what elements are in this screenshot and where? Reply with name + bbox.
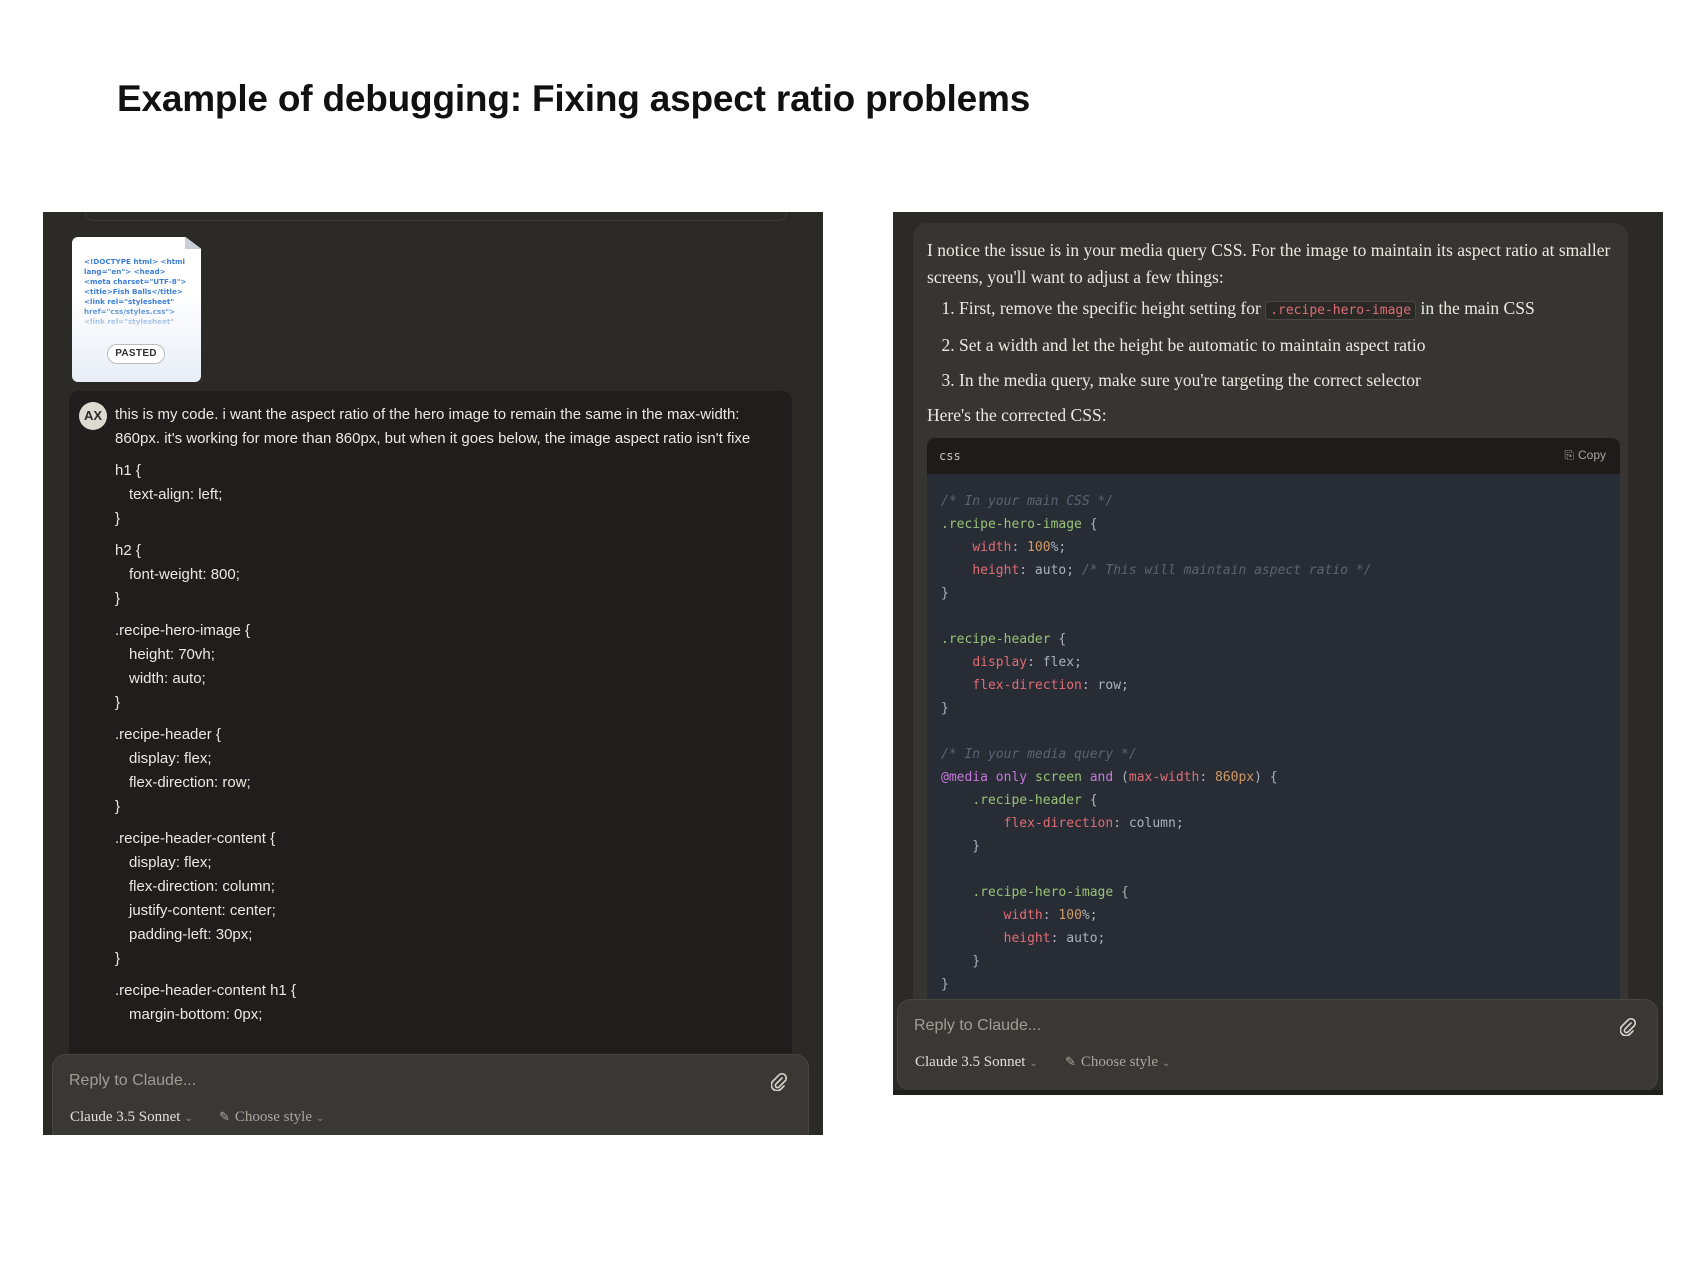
code-line: display: flex; (972, 655, 1082, 670)
code-line: @media only screen and (max-width: 860px… (941, 770, 1278, 785)
model-label: Claude 3.5 Sonnet (70, 1109, 181, 1125)
code-line: /* In your main CSS */ (941, 494, 1114, 509)
left-screenshot: <!DOCTYPE html> <html lang="en"> <head> … (43, 212, 823, 1135)
step-text: in the main CSS (1416, 298, 1535, 318)
step-text: In the media query, make sure you're tar… (959, 370, 1421, 390)
code-line: .recipe-header { (941, 632, 1067, 647)
step-item: Set a width and let the height be automa… (959, 332, 1617, 359)
user-code-line: .recipe-header { (115, 726, 221, 743)
user-code-line: text-align: left; (129, 486, 223, 503)
code-header: css ⎘ Copy (927, 438, 1620, 474)
user-code: h1 { text-align: left;} h2 { font-weight: 8… (115, 459, 765, 1027)
steps-list: First, remove the specific height settin… (927, 295, 1617, 394)
avatar: AX (79, 402, 107, 430)
user-code-line: .recipe-header-content { (115, 830, 276, 847)
page-title: Example of debugging: Fixing aspect rati… (117, 78, 1031, 119)
user-code-line: height: 70vh; (129, 646, 215, 663)
page-fold-icon (185, 237, 201, 249)
model-label: Claude 3.5 Sonnet (915, 1054, 1026, 1070)
paperclip-icon[interactable] (1619, 1017, 1637, 1041)
model-selector[interactable]: Claude 3.5 Sonnet ⌄ (915, 1054, 1038, 1071)
chevron-down-icon: ⌄ (184, 1113, 193, 1124)
code-line: } (941, 586, 949, 601)
user-code-line: } (115, 798, 121, 815)
assistant-lead-in: Here's the corrected CSS: (927, 405, 1107, 425)
pasted-attachment[interactable]: <!DOCTYPE html> <html lang="en"> <head> … (72, 237, 201, 382)
code-line: } (941, 977, 949, 992)
pasted-badge: PASTED (107, 344, 165, 364)
code-language: css (939, 449, 961, 463)
paperclip-icon[interactable] (770, 1072, 788, 1096)
chevron-down-icon: ⌄ (1162, 1058, 1171, 1069)
user-code-line: h1 { (115, 462, 141, 479)
user-code-line: font-weight: 800; (129, 566, 240, 583)
style-selector[interactable]: ✎ Choose style ⌄ (1065, 1054, 1170, 1071)
code-line: flex-direction: column; (1003, 816, 1184, 831)
reply-box[interactable]: Reply to Claude... Claude 3.5 Sonnet ⌄ ✎ C… (52, 1054, 809, 1135)
bottom-edge (893, 1090, 1663, 1095)
code-line: width: 100%; (972, 540, 1067, 555)
reply-input[interactable]: Reply to Claude... (914, 1017, 1041, 1035)
assistant-message: I notice the issue is in your media quer… (913, 223, 1628, 1095)
user-code-line: } (115, 694, 121, 711)
code-line: .recipe-hero-image { (941, 517, 1098, 532)
copy-button[interactable]: ⎘ Copy (1564, 448, 1606, 463)
code-line: } (941, 701, 949, 716)
code-block: css ⎘ Copy /* In your main CSS */ .recipe-… (927, 438, 1620, 1095)
code-line: .recipe-header { (972, 793, 1098, 808)
user-code-line: flex-direction: row; (129, 774, 251, 791)
attachment-preview: <!DOCTYPE html> <html lang="en"> <head> … (84, 257, 189, 326)
user-code-line: .recipe-hero-image { (115, 622, 251, 639)
code-line: height: auto; (1003, 931, 1106, 946)
step-text: First, remove the specific height settin… (959, 298, 1266, 318)
user-message: AX this is my code. i want the aspect ra… (69, 391, 792, 1135)
chevron-down-icon: ⌄ (316, 1113, 325, 1124)
user-code-line: } (115, 590, 121, 607)
code-line: /* In your media query */ (941, 747, 1137, 762)
user-code-line: display: flex; (129, 750, 212, 767)
code-body: /* In your main CSS */ .recipe-hero-image… (941, 490, 1372, 996)
code-line: height: auto; /* This will maintain aspe… (972, 563, 1372, 578)
style-label: Choose style (1080, 1054, 1158, 1070)
brush-icon: ✎ (1065, 1054, 1076, 1069)
user-code-line: flex-direction: column; (129, 878, 275, 895)
assistant-intro: I notice the issue is in your media quer… (927, 240, 1611, 287)
user-code-line: } (115, 950, 121, 967)
code-line: width: 100%; (1003, 908, 1098, 923)
user-code-line: margin-bottom: 0px; (129, 1006, 263, 1023)
right-screenshot: I notice the issue is in your media quer… (893, 212, 1663, 1095)
user-code-line: display: flex; (129, 854, 212, 871)
chevron-down-icon: ⌄ (1029, 1058, 1038, 1069)
clipboard-icon: ⎘ (1564, 448, 1574, 462)
copy-label: Copy (1577, 448, 1606, 462)
user-message-text: this is my code. i want the aspect ratio… (115, 403, 765, 1027)
user-code-line: } (115, 510, 121, 527)
step-item: In the media query, make sure you're tar… (959, 367, 1617, 394)
code-line: } (941, 954, 981, 969)
user-code-line: padding-left: 30px; (129, 926, 253, 943)
code-line: } (941, 839, 981, 854)
user-code-line: justify-content: center; (129, 902, 276, 919)
user-code-line: h2 { (115, 542, 141, 559)
step-item: First, remove the specific height settin… (959, 295, 1617, 324)
user-intro: this is my code. i want the aspect ratio… (115, 406, 751, 447)
model-selector[interactable]: Claude 3.5 Sonnet ⌄ (70, 1109, 193, 1126)
brush-icon: ✎ (219, 1109, 230, 1124)
style-label: Choose style (234, 1109, 312, 1125)
code-line: flex-direction: row; (972, 678, 1129, 693)
reply-input[interactable]: Reply to Claude... (69, 1072, 196, 1090)
inline-code: .recipe-hero-image (1265, 301, 1417, 320)
code-line: .recipe-hero-image { (972, 885, 1129, 900)
user-code-line: width: auto; (129, 670, 206, 687)
assistant-message-text: I notice the issue is in your media quer… (927, 237, 1617, 429)
step-text: Set a width and let the height be automa… (959, 335, 1426, 355)
previous-message-edge (85, 212, 787, 221)
reply-box[interactable]: Reply to Claude... Claude 3.5 Sonnet ⌄ ✎ C… (897, 999, 1658, 1091)
user-code-line: .recipe-header-content h1 { (115, 982, 296, 999)
style-selector[interactable]: ✎ Choose style ⌄ (219, 1109, 324, 1126)
